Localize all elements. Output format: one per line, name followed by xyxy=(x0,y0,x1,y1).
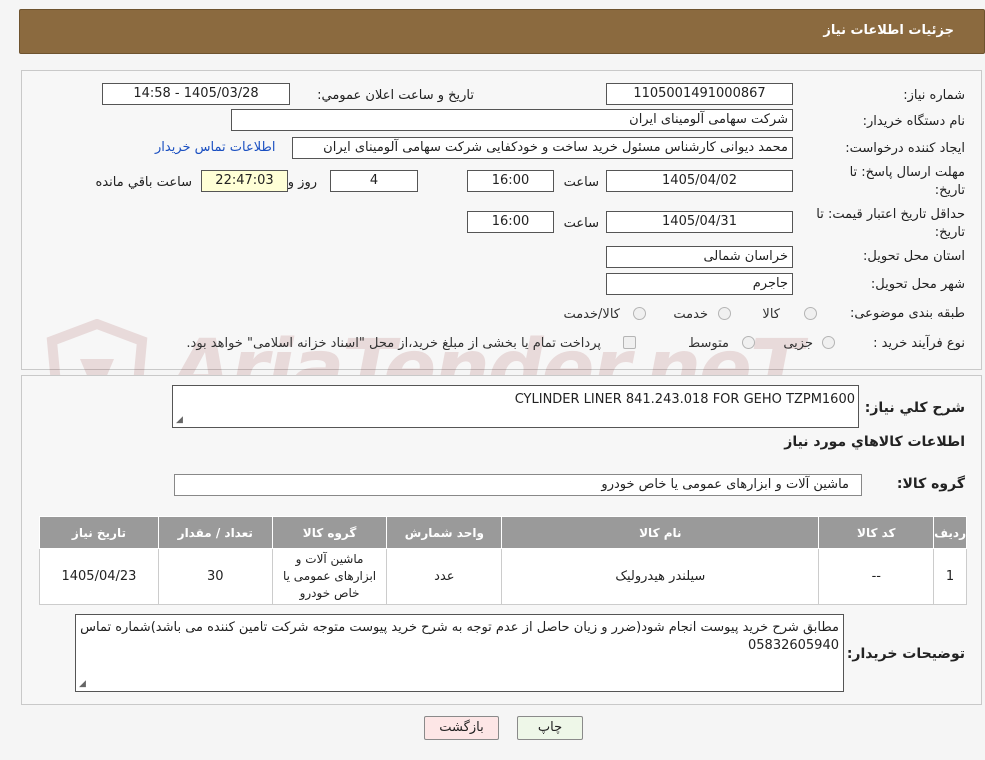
creator-label: ایجاد کننده درخواست: xyxy=(845,141,965,156)
category-option-goods: کالا xyxy=(762,307,780,322)
process-option-minor: جزیی xyxy=(783,336,813,351)
table-row: 1 -- سیلندر هیدرولیک عدد ماشین آلات و اب… xyxy=(39,548,967,605)
process-radio-medium[interactable] xyxy=(742,336,755,349)
treasury-payment-checkbox[interactable] xyxy=(623,336,636,349)
col-row-header: رديف xyxy=(933,516,967,549)
col-code-header: کد کالا xyxy=(818,516,935,549)
need-number-field: 1105001491000867 xyxy=(606,83,793,105)
cell-group: ماشین آلات و ابزارهای عمومی یا خاص خودرو xyxy=(271,548,388,605)
cell-unit: عدد xyxy=(386,548,503,605)
request-info-panel: AriaTender.neT شماره نیاز: 1105001491000… xyxy=(21,70,982,431)
reply-time-label: ساعت xyxy=(563,175,599,190)
buyer-org-label: نام دستگاه خریدار: xyxy=(862,114,965,129)
city-label: شهر محل تحویل: xyxy=(870,277,965,292)
price-validity-label-date: تاریخ: xyxy=(934,225,965,240)
cell-row: 1 xyxy=(933,548,967,605)
cell-date: 1405/04/23 xyxy=(39,548,159,605)
process-option-medium: متوسط xyxy=(688,336,729,351)
days-remaining-field: 4 xyxy=(330,170,418,192)
col-group-header: گروه کالا xyxy=(271,516,388,549)
creator-field: محمد دیوانی کارشناس مسئول خرید ساخت و خو… xyxy=(292,137,793,159)
goods-group-field: ماشین آلات و ابزارهای عمومی یا خاص خودرو xyxy=(174,474,862,496)
price-validity-date-field: 1405/04/31 xyxy=(606,211,793,233)
buyer-notes-value: مطابق شرح خرید پیوست انجام شود(ضرر و زیا… xyxy=(80,620,839,653)
remaining-time-field: 22:47:03 xyxy=(201,170,288,192)
buyer-notes-textarea[interactable]: مطابق شرح خرید پیوست انجام شود(ضرر و زیا… xyxy=(75,614,844,692)
price-validity-time-label: ساعت xyxy=(563,216,599,231)
category-radio-goods-service[interactable] xyxy=(633,307,646,320)
back-button[interactable]: بازگشت xyxy=(424,716,499,740)
col-date-header: تاریخ نیاز xyxy=(39,516,159,549)
page-header: جزئیات اطلاعات نیاز xyxy=(19,9,985,54)
province-label: استان محل تحویل: xyxy=(863,249,965,264)
price-validity-label: حداقل تاریخ اعتبار قیمت: تا xyxy=(816,207,965,222)
buyer-contact-link[interactable]: اطلاعات تماس خریدار xyxy=(155,140,275,155)
announce-datetime-label: تاریخ و ساعت اعلان عمومي: xyxy=(317,88,474,103)
description-value: CYLINDER LINER 841.243.018 FOR GEHO TZPM… xyxy=(514,392,855,407)
remaining-time-label: ساعت باقي مانده xyxy=(95,175,192,190)
col-qty-header: تعداد / مقدار xyxy=(157,516,273,549)
category-option-service: خدمت xyxy=(673,307,708,322)
reply-deadline-label-date: تاریخ: xyxy=(934,183,965,198)
treasury-payment-note: پرداخت تمام یا بخشی از مبلغ خرید،از محل … xyxy=(186,336,601,351)
cell-qty: 30 xyxy=(157,548,273,605)
goods-section-title: اطلاعات کالاهاي مورد نياز xyxy=(784,434,965,450)
process-type-label: نوع فرآیند خرید : xyxy=(873,336,965,351)
table-header-row: رديف کد کالا نام کالا واحد شمارش گروه کا… xyxy=(39,516,967,549)
days-label: روز و xyxy=(287,175,317,190)
goods-panel: شرح کلي نياز: CYLINDER LINER 841.243.018… xyxy=(21,375,982,705)
province-field: خراسان شمالی xyxy=(606,246,793,268)
category-radio-service[interactable] xyxy=(718,307,731,320)
category-radio-goods[interactable] xyxy=(804,307,817,320)
category-option-goods-service: کالا/خدمت xyxy=(563,307,620,322)
resize-grip-icon[interactable]: ◢ xyxy=(176,415,183,425)
goods-group-value: ماشین آلات و ابزارهای عمومی یا خاص خودرو xyxy=(601,477,849,492)
reply-date-field: 1405/04/02 xyxy=(606,170,793,192)
category-label: طبقه بندی موضوعی: xyxy=(849,306,965,321)
process-radio-minor[interactable] xyxy=(822,336,835,349)
cell-code: -- xyxy=(818,548,935,605)
goods-table: رديف کد کالا نام کالا واحد شمارش گروه کا… xyxy=(39,516,967,605)
print-button[interactable]: چاپ xyxy=(517,716,583,740)
description-textarea[interactable]: CYLINDER LINER 841.243.018 FOR GEHO TZPM… xyxy=(172,385,859,428)
description-label: شرح کلي نياز: xyxy=(864,400,965,416)
cell-name: سیلندر هیدرولیک xyxy=(501,548,820,605)
reply-deadline-label: مهلت ارسال پاسخ: تا xyxy=(849,165,965,180)
col-name-header: نام کالا xyxy=(501,516,820,549)
need-number-label: شماره نیاز: xyxy=(903,88,965,103)
resize-grip-icon[interactable]: ◢ xyxy=(79,679,86,689)
price-validity-time-field: 16:00 xyxy=(467,211,554,233)
city-field: جاجرم xyxy=(606,273,793,295)
page-title: جزئیات اطلاعات نیاز xyxy=(823,23,954,38)
buyer-notes-label: توضیحات خریدار: xyxy=(846,646,965,662)
col-unit-header: واحد شمارش xyxy=(386,516,503,549)
reply-time-field: 16:00 xyxy=(467,170,554,192)
buyer-org-field: شرکت سهامی آلومینای ایران xyxy=(231,109,793,131)
goods-group-label: گروه کالا: xyxy=(896,476,965,492)
announce-datetime-field: 1405/03/28 - 14:58 xyxy=(102,83,290,105)
